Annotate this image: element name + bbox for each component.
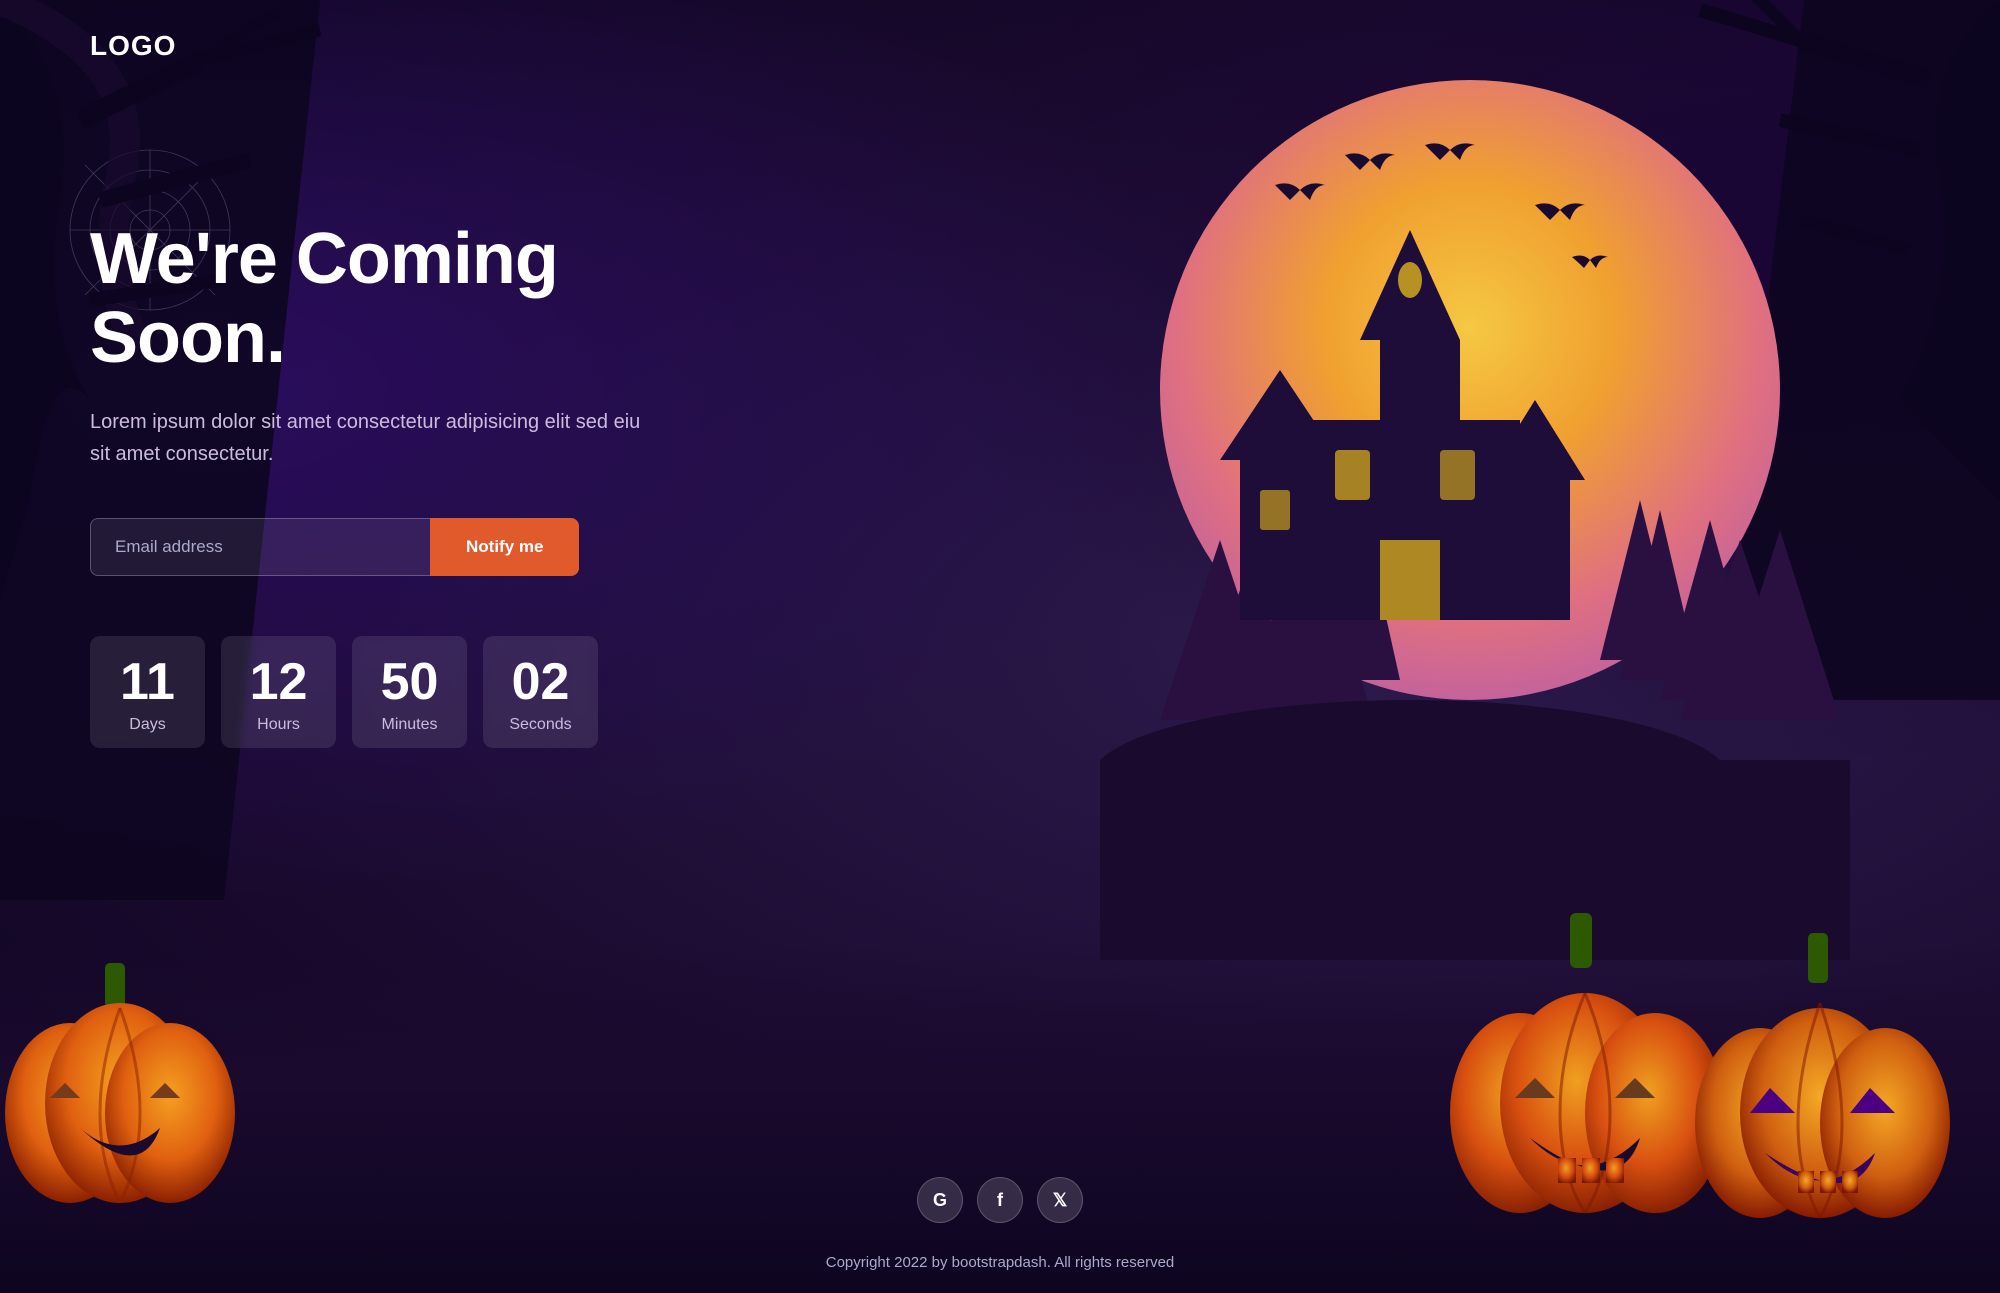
logo: LOGO	[90, 30, 176, 62]
countdown-box-hours: 12 Hours	[221, 636, 336, 748]
subtext: Lorem ipsum dolor sit amet consectetur a…	[90, 406, 650, 470]
countdown-number: 50	[362, 656, 457, 708]
countdown-number: 12	[231, 656, 326, 708]
email-row: Notify me	[90, 518, 770, 576]
countdown-label: Hours	[231, 716, 326, 734]
social-icon-twitter[interactable]: 𝕏	[1037, 1177, 1083, 1223]
countdown-number: 11	[100, 656, 195, 708]
pumpkin-right-2	[1650, 913, 2000, 1293]
countdown-label: Days	[100, 716, 195, 734]
countdown-number: 02	[493, 656, 588, 708]
tree-right-overlay	[1600, 0, 2000, 500]
copyright: Copyright 2022 by bootstrapdash. All rig…	[826, 1254, 1175, 1271]
pumpkin-left	[0, 933, 270, 1253]
main-content: We're Coming Soon. Lorem ipsum dolor sit…	[90, 220, 770, 748]
notify-button[interactable]: Notify me	[430, 518, 579, 576]
countdown-label: Seconds	[493, 716, 588, 734]
countdown-label: Minutes	[362, 716, 457, 734]
email-input[interactable]	[90, 518, 430, 576]
social-row: Gf𝕏	[917, 1177, 1083, 1223]
countdown-box-days: 11 Days	[90, 636, 205, 748]
headline: We're Coming Soon.	[90, 220, 770, 378]
social-icon-facebook[interactable]: f	[977, 1177, 1023, 1223]
logo-text: LOGO	[90, 30, 176, 61]
countdown: 11 Days 12 Hours 50 Minutes 02 Seconds	[90, 636, 770, 748]
countdown-box-seconds: 02 Seconds	[483, 636, 598, 748]
countdown-box-minutes: 50 Minutes	[352, 636, 467, 748]
social-icon-google[interactable]: G	[917, 1177, 963, 1223]
